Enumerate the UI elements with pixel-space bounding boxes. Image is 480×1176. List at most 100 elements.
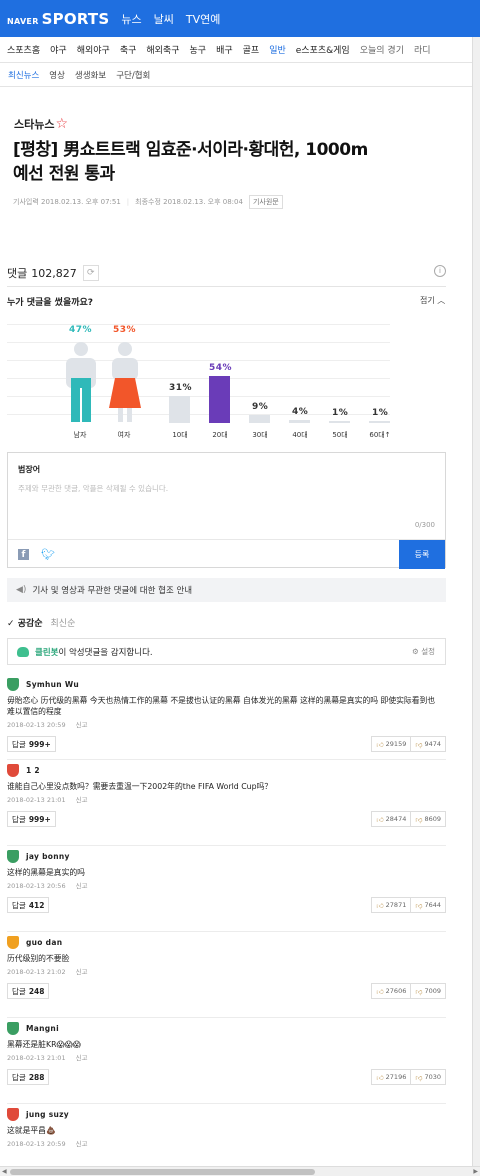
comment-item: Symhun Wu 毋貽恋心 历代级的黑幕 今天也热情工作的黑幕 不是拔也认证的黑… bbox=[7, 674, 446, 760]
category-tab[interactable]: 오늘의 경기 bbox=[360, 43, 404, 56]
star-icon: ☆ bbox=[55, 116, 69, 132]
notice-text: 기사 및 영상과 무관한 댓글에 대한 협조 안내 bbox=[32, 586, 193, 596]
article-headline: [평창] 男쇼트트랙 임효준·서이라·황대헌, 1000m 예선 전원 통과 bbox=[13, 138, 453, 186]
reply-label: 답글 bbox=[12, 1072, 26, 1082]
reply-button[interactable]: 답글 288 bbox=[7, 1069, 50, 1085]
dislike-button[interactable]: 👎︎ 7644 bbox=[411, 897, 446, 913]
report-link[interactable]: 신고 bbox=[76, 1140, 88, 1148]
report-link[interactable]: 신고 bbox=[76, 796, 88, 804]
top-nav-item[interactable]: 뉴스 bbox=[121, 11, 141, 27]
sort-options: ✓ 공감순 최신순 bbox=[7, 616, 75, 629]
reply-button[interactable]: 답글 248 bbox=[7, 983, 50, 999]
category-tab[interactable]: 농구 bbox=[190, 43, 207, 56]
comment-input[interactable]: 주제와 무관한 댓글, 악플은 삭제될 수 있습니다. bbox=[18, 483, 168, 494]
category-tab[interactable]: 해외야구 bbox=[77, 43, 110, 56]
category-tab[interactable]: e스포츠&게임 bbox=[296, 43, 350, 56]
facebook-icon[interactable]: f bbox=[18, 549, 29, 560]
refresh-icon[interactable]: ⟳ bbox=[82, 265, 99, 281]
comment-item: 1 2 谁能自己心里没点数吗？需要去重温一下2002年的the FIFA Worl… bbox=[7, 760, 446, 846]
age-bar-label: 60대↑ bbox=[369, 431, 391, 439]
like-button[interactable]: 👍︎ 29159 bbox=[371, 736, 412, 752]
male-label: 남자 bbox=[73, 431, 87, 439]
dislike-button[interactable]: 👎︎ 8609 bbox=[411, 811, 446, 827]
press-logo[interactable]: 스타뉴스 ☆ bbox=[14, 116, 68, 132]
category-tab[interactable]: 라디 bbox=[414, 43, 431, 56]
scroll-right-icon[interactable]: ▶ bbox=[473, 1168, 478, 1175]
category-tab[interactable]: 스포츠홈 bbox=[7, 43, 40, 56]
report-link[interactable]: 신고 bbox=[76, 968, 88, 976]
fold-label: 접기 bbox=[420, 296, 435, 305]
dislike-count: 9474 bbox=[424, 740, 441, 748]
check-icon: ✓ bbox=[7, 619, 15, 629]
twitter-icon[interactable]: 🐦︎ bbox=[41, 548, 55, 561]
scrollbar-thumb[interactable] bbox=[10, 1169, 315, 1175]
comment-date: 2018-02-13 20:59 bbox=[7, 1140, 66, 1148]
comment-meta: 2018-02-13 21:02 신고 bbox=[7, 966, 88, 976]
category-tab[interactable]: 배구 bbox=[216, 43, 233, 56]
setting-label: 설정 bbox=[421, 647, 435, 656]
subnav-tab[interactable]: 생생화보 bbox=[75, 69, 106, 81]
subnav-tab[interactable]: 최신뉴스 bbox=[8, 69, 39, 81]
thumbs-up-icon: 👍︎ bbox=[376, 1073, 384, 1082]
report-link[interactable]: 신고 bbox=[76, 882, 88, 890]
female-label: 여자 bbox=[117, 431, 131, 439]
like-button[interactable]: 👍︎ 27606 bbox=[371, 983, 412, 999]
comment-date: 2018-02-13 20:59 bbox=[7, 721, 66, 729]
naver-sports-logo[interactable]: NAVER SPORTS bbox=[7, 10, 109, 28]
dislike-button[interactable]: 👎︎ 7009 bbox=[411, 983, 446, 999]
horizontal-scrollbar[interactable]: ◀ ▶ bbox=[0, 1166, 480, 1176]
subnav-tab[interactable]: 영상 bbox=[49, 69, 65, 81]
comment-meta: 2018-02-13 20:59 신고 bbox=[7, 719, 88, 729]
category-tab[interactable]: 야구 bbox=[50, 43, 67, 56]
comment-date: 2018-02-13 21:01 bbox=[7, 796, 66, 804]
comment-username[interactable]: jay bonny bbox=[26, 852, 70, 861]
comment-stats-chart: 47% 남자 53% 여자 31% 10대 54% 20대 9% 30대 4% 40대 1% 50… bbox=[7, 312, 446, 447]
category-tab[interactable]: 축구 bbox=[120, 43, 137, 56]
like-button[interactable]: 👍︎ 27196 bbox=[371, 1069, 412, 1085]
reply-count: 999+ bbox=[28, 814, 51, 824]
thumbs-down-icon: 👎︎ bbox=[415, 815, 423, 824]
dislike-button[interactable]: 👎︎ 9474 bbox=[411, 736, 446, 752]
comment-username[interactable]: Mangni bbox=[26, 1024, 59, 1033]
sort-primary-label: 공감순 bbox=[17, 619, 43, 629]
thumbs-up-icon: 👍︎ bbox=[376, 740, 384, 749]
age-bar-label: 40대 bbox=[292, 431, 308, 439]
original-article-button[interactable]: 기사원문 bbox=[248, 195, 283, 209]
info-icon[interactable]: i bbox=[434, 265, 446, 277]
vertical-scrollbar[interactable] bbox=[472, 37, 480, 1166]
reply-button[interactable]: 답글 999+ bbox=[7, 811, 56, 827]
comment-date: 2018-02-13 21:01 bbox=[7, 1054, 66, 1062]
comment-username[interactable]: Symhun Wu bbox=[26, 680, 79, 689]
dislike-button[interactable]: 👎︎ 7030 bbox=[411, 1069, 446, 1085]
report-link[interactable]: 신고 bbox=[76, 1054, 88, 1062]
sort-popular[interactable]: ✓ 공감순 bbox=[7, 616, 43, 629]
male-pct: 47% bbox=[69, 325, 93, 335]
cleanbot-setting-button[interactable]: ⚙ 설정 bbox=[412, 646, 435, 657]
category-nav: 스포츠홈 야구 해외야구 축구 해외축구 농구 배구 골프 일반 e스포츠&게임 오늘의 경기 라디 bbox=[0, 37, 472, 63]
comment-username[interactable]: 1 2 bbox=[26, 766, 40, 775]
top-nav-item[interactable]: 날씨 bbox=[154, 11, 174, 27]
divider bbox=[7, 286, 446, 287]
notice-bar[interactable]: ◀) 기사 및 영상과 무관한 댓글에 대한 협조 안내 bbox=[7, 578, 446, 602]
like-count: 28474 bbox=[385, 815, 407, 823]
category-tab[interactable]: 일반 bbox=[269, 43, 286, 56]
reply-button[interactable]: 답글 999+ bbox=[7, 736, 56, 752]
like-count: 27196 bbox=[385, 1073, 407, 1081]
report-link[interactable]: 신고 bbox=[76, 721, 88, 729]
like-button[interactable]: 👍︎ 28474 bbox=[371, 811, 412, 827]
submit-button[interactable]: 등록 bbox=[399, 540, 445, 569]
reply-button[interactable]: 답글 412 bbox=[7, 897, 50, 913]
dislike-count: 7644 bbox=[424, 901, 441, 909]
comment-username[interactable]: jung suzy bbox=[26, 1110, 69, 1119]
scroll-left-icon[interactable]: ◀ bbox=[2, 1168, 7, 1175]
category-tab[interactable]: 골프 bbox=[243, 43, 260, 56]
fold-button[interactable]: 접기 ︿ bbox=[420, 295, 445, 306]
subnav-tab[interactable]: 구단/협회 bbox=[116, 69, 150, 81]
top-nav-item[interactable]: TV연예 bbox=[186, 11, 220, 27]
age-bar-label: 20대 bbox=[212, 431, 228, 439]
sort-latest[interactable]: 최신순 bbox=[51, 616, 76, 629]
comment-username[interactable]: guo dan bbox=[26, 938, 62, 947]
age-bar-pct: 1% bbox=[372, 408, 389, 418]
like-button[interactable]: 👍︎ 27871 bbox=[371, 897, 412, 913]
category-tab[interactable]: 해외축구 bbox=[146, 43, 179, 56]
